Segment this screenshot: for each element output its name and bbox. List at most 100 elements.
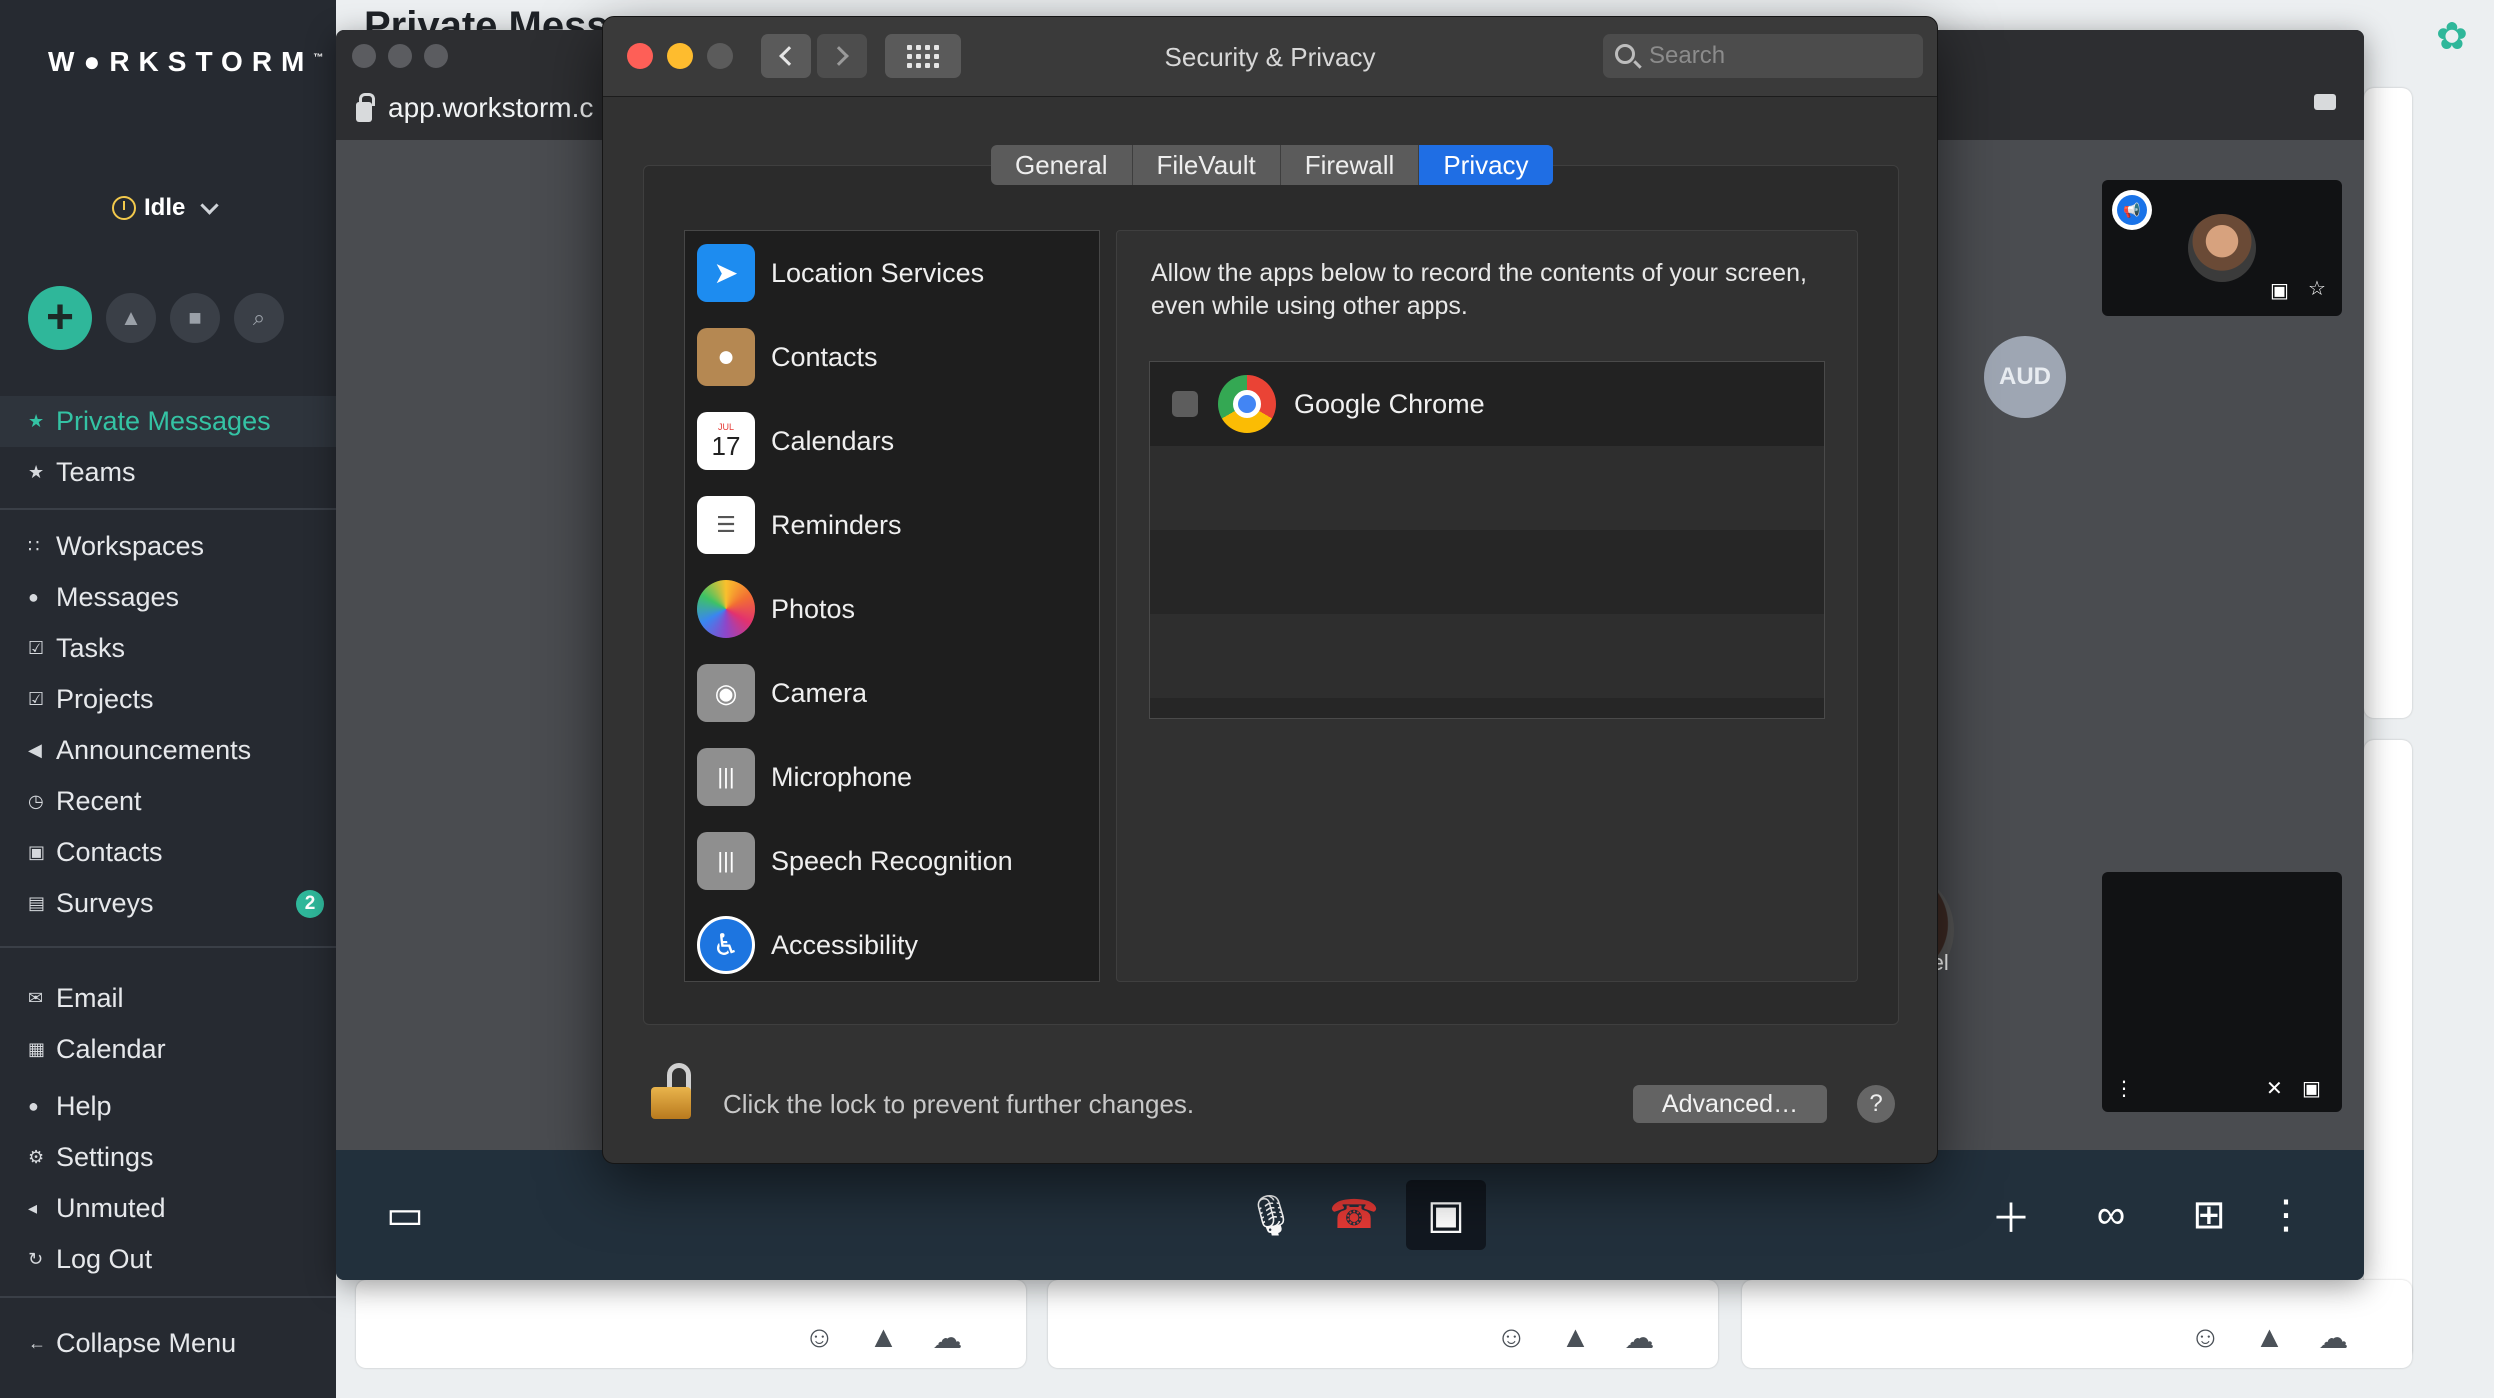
alert-icon[interactable]: ▲ [1561,1321,1591,1356]
nav-item-surveys[interactable]: ▤ Surveys 2 [0,878,336,929]
help-button[interactable]: ? [1857,1085,1895,1123]
privacy-pane: ➤ Location Services ● Contacts JUL 17 Ca… [643,165,1899,1025]
advanced-button[interactable]: Advanced… [1633,1085,1827,1123]
participant-tile[interactable]: ⋮ ✕ ▣ [2102,872,2342,1112]
category-location-services[interactable]: ➤ Location Services [685,231,1099,315]
address-bar[interactable]: app.workstorm.c [356,92,593,124]
nav-secondary: ✉ Email ▦ Calendar ● Help ⚙ Settings ◂ Unmute… [0,973,336,1285]
grid-view-button[interactable]: ⊞ [2174,1180,2244,1250]
camera-off-icon: ▣ [2270,280,2289,302]
add-participant-button[interactable]: ＋ [1976,1180,2046,1250]
category-contacts[interactable]: ● Contacts [685,315,1099,399]
category-reminders[interactable]: ☰ Reminders [685,483,1099,567]
collapse-menu-button[interactable]: ← Collapse Menu [0,1318,236,1369]
nav-item-recent[interactable]: ◷ Recent [0,776,336,827]
tab-firewall[interactable]: Firewall [1281,145,1420,185]
search-field[interactable]: Search [1603,34,1923,78]
star-icon: ★ [28,462,45,482]
message-card: ☺ ▲ ☁ [356,1280,1026,1368]
arrow-left-icon: ← [28,1333,46,1353]
workstorm-sidebar: W●RKSTORM™ Idle + ▲ ■ ⌕ ★ Private Messag… [0,0,336,1398]
minimize-button[interactable] [388,44,412,68]
category-camera[interactable]: ◉ Camera [685,651,1099,735]
nav-item-workspaces[interactable]: ∷ Workspaces [0,521,336,572]
megaphone-icon: ◀ [28,740,42,760]
nav-item-help[interactable]: ● Help [0,1081,336,1132]
category-accessibility[interactable]: ♿ Accessibility [685,903,1099,987]
nav-item-private-messages[interactable]: ★ Private Messages [0,396,336,447]
nav-item-announcements[interactable]: ◀ Announcements [0,725,336,776]
nav-item-tasks[interactable]: ☑ Tasks [0,623,336,674]
video-button[interactable]: ■ [170,293,220,343]
participant-tile[interactable]: 📢 ▣ ☆ [2102,180,2342,316]
zoom-button[interactable] [424,44,448,68]
speaker-icon: ◂ [28,1198,38,1218]
more-vert-icon[interactable]: ⋮ [2114,1076,2134,1101]
microphone-button[interactable]: 🎙 [1236,1180,1306,1250]
divider [0,508,336,510]
nav-item-settings[interactable]: ⚙ Settings [0,1132,336,1183]
category-microphone[interactable]: ||| Microphone [685,735,1099,819]
tab-filevault[interactable]: FileVault [1133,145,1281,185]
gear-icon[interactable]: ✿ [2436,14,2468,59]
nav-item-calendar[interactable]: ▦ Calendar [0,1024,336,1075]
message-card: ☺ ▲ ☁ [1742,1280,2412,1368]
app-checkbox[interactable] [1172,391,1198,417]
empty-row [1150,446,1824,530]
app-row-google-chrome[interactable]: Google Chrome [1150,362,1824,446]
messages-icon: ● [28,587,39,607]
search-button[interactable]: ⌕ [234,293,284,343]
emoji-icon[interactable]: ☺ [2190,1321,2221,1356]
privacy-category-list[interactable]: ➤ Location Services ● Contacts JUL 17 Ca… [684,230,1100,982]
category-calendars[interactable]: JUL 17 Calendars [685,399,1099,483]
alert-icon[interactable]: ▲ [2255,1321,2285,1356]
category-speech-recognition[interactable]: ||| Speech Recognition [685,819,1099,903]
star-icon[interactable]: ☆ [2308,276,2326,301]
nav-item-email[interactable]: ✉ Email [0,973,336,1024]
chrome-icon [1218,375,1276,433]
emoji-icon[interactable]: ☺ [804,1321,835,1356]
alert-icon[interactable]: ▲ [869,1321,899,1356]
app-list[interactable]: Google Chrome [1149,361,1825,719]
tab-privacy[interactable]: Privacy [1419,145,1553,185]
emoji-icon[interactable]: ☺ [1496,1321,1527,1356]
contacts-icon: ▣ [28,842,46,862]
new-item-button[interactable]: + [28,286,92,350]
nav-item-messages[interactable]: ● Messages [0,572,336,623]
hang-up-button[interactable]: ☎ [1314,1180,1394,1250]
pref-tabs: General FileVault Firewall Privacy [991,145,1553,185]
nav-item-logout[interactable]: ↻ Log Out [0,1234,336,1285]
nav-primary: ★ Private Messages ★ Teams [0,396,336,498]
padlock-icon[interactable] [651,1063,691,1119]
camera-icon: ◉ [697,664,755,722]
camera-toggle-button[interactable]: ▣ [1406,1180,1486,1250]
call-controls: ▭ 🎙 ☎ ▣ ＋ ∞ ⊞ ⋮ [336,1150,2364,1280]
upload-icon[interactable]: ☁ [932,1321,962,1356]
message-card [2364,88,2412,718]
message-toolbar: ☺ ▲ ☁ [1496,1321,1654,1356]
upload-icon[interactable]: ☁ [1624,1321,1654,1356]
workspaces-icon: ∷ [28,536,40,556]
nav-item-unmuted[interactable]: ◂ Unmuted [0,1183,336,1234]
close-button[interactable] [352,44,376,68]
nav-item-projects[interactable]: ☑ Projects [0,674,336,725]
share-screen-button[interactable]: ▭ [370,1180,440,1250]
clipboard-icon: ▤ [28,893,46,913]
nav-item-contacts[interactable]: ▣ Contacts [0,827,336,878]
upload-icon[interactable]: ☁ [2318,1321,2348,1356]
tab-general[interactable]: General [991,145,1133,185]
contacts-icon: ● [697,328,755,386]
divider [0,1296,336,1298]
nav-item-teams[interactable]: ★ Teams [0,447,336,498]
alert-button[interactable]: ▲ [106,293,156,343]
status-selector[interactable]: Idle [112,194,220,222]
category-photos[interactable]: Photos [685,567,1099,651]
calendar-icon: ▦ [28,1039,46,1059]
camera-indicator-icon[interactable] [2314,94,2336,110]
photos-icon [697,580,755,638]
copy-link-button[interactable]: ∞ [2076,1180,2146,1250]
message-card [2364,740,2412,1360]
more-options-button[interactable]: ⋮ [2256,1180,2316,1250]
message-card: ☺ ▲ ☁ [1048,1280,1718,1368]
pin-icon[interactable]: 📢 [2112,190,2152,230]
